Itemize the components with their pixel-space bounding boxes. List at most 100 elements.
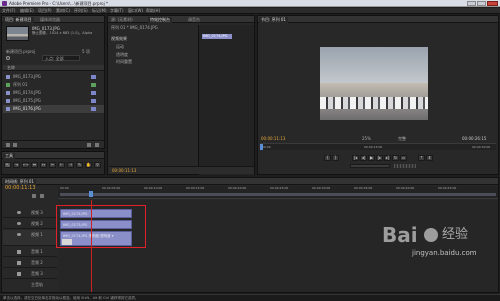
list-item[interactable]: IMG_0175.JPG xyxy=(3,97,104,105)
list-item[interactable]: IMG_0174.JPG xyxy=(3,89,104,97)
transport-controls: { } |◂ ◂| ▶ |▸ ▸| ↻ ▭ ⇡ ⇞ xyxy=(320,154,440,172)
snap-icon[interactable] xyxy=(32,194,36,198)
hand-tool-icon[interactable]: ✋ xyxy=(85,162,92,168)
track-name: 视频 3 xyxy=(31,210,43,215)
menu-marker[interactable]: 标记(M) xyxy=(92,8,107,13)
safe-margins-icon[interactable]: ▭ xyxy=(400,155,407,161)
slide-tool-icon[interactable]: ⊣ xyxy=(67,162,74,168)
menu-file[interactable]: 文件(F) xyxy=(2,8,15,13)
shuttle-slider[interactable] xyxy=(350,164,390,168)
go-to-out-icon[interactable]: ▸| xyxy=(384,155,391,161)
app-icon xyxy=(2,1,7,6)
play-icon[interactable]: ▶ xyxy=(368,155,375,161)
video-frame-cars xyxy=(320,97,428,109)
program-timecode-duration: 00:00:26:15 xyxy=(462,136,487,141)
jog-wheel[interactable] xyxy=(394,164,416,168)
menu-window[interactable]: 窗口(W) xyxy=(128,8,143,13)
column-header[interactable]: 名称 xyxy=(3,65,104,71)
tab-effect-controls[interactable]: 特效控制台 xyxy=(148,17,172,23)
menu-title[interactable]: 字幕(T) xyxy=(110,8,124,13)
eye-icon[interactable] xyxy=(17,211,21,214)
program-ruler[interactable]: 00:00 00:00:15:00 00:00:30:00 xyxy=(260,143,496,150)
program-timecode-current[interactable]: 00:00:11:13 xyxy=(261,136,285,141)
maximize-button[interactable] xyxy=(477,1,486,6)
project-item-list: IMG_0173.JPG 序列 01 IMG_0174.JPG IMG_0175… xyxy=(3,72,104,132)
menu-clip[interactable]: 素材(C) xyxy=(56,8,70,13)
effect-time-remapping[interactable]: 时间重置 xyxy=(116,59,132,64)
tab-program[interactable]: 节目: 序列 01 xyxy=(259,17,288,23)
image-file-icon xyxy=(6,75,10,79)
in-point-filter[interactable]: 入点: 全部 xyxy=(42,55,80,61)
tab-source[interactable]: 源: (无素材) xyxy=(109,17,135,23)
menu-project[interactable]: 项目(P) xyxy=(38,8,52,13)
search-icon[interactable] xyxy=(6,56,10,60)
ruler-tick-label: 00:00:20:00 xyxy=(228,186,247,190)
tab-project[interactable]: 项目: 新建项目 xyxy=(3,17,34,23)
timeline-playhead[interactable] xyxy=(91,200,92,292)
ripple-edit-tool-icon[interactable]: ⟷ xyxy=(22,162,29,168)
track-header[interactable]: 主音轨 xyxy=(3,280,57,290)
effects-timecode[interactable]: 00:00:11:13 xyxy=(112,168,136,173)
track-header[interactable]: 视频 1 xyxy=(3,230,57,246)
tab-tools[interactable]: 工具 xyxy=(3,153,15,159)
status-bar: 单击以选择，或在空白处单击并拖动以框选。使用 Shift、Alt 和 Ctrl … xyxy=(0,294,500,301)
step-back-icon[interactable]: ◂| xyxy=(360,155,367,161)
eye-icon[interactable] xyxy=(17,233,21,236)
add-marker-icon[interactable] xyxy=(40,194,44,198)
eye-icon[interactable] xyxy=(17,222,21,225)
trash-icon[interactable] xyxy=(95,143,99,147)
set-in-icon[interactable]: { xyxy=(324,155,331,161)
track-header[interactable]: 音频 1 xyxy=(3,247,57,257)
effect-opacity[interactable]: 透明度 xyxy=(116,52,128,57)
loop-icon[interactable]: ↻ xyxy=(392,155,399,161)
ruler-tick-label: 00:00:40:00 xyxy=(396,186,415,190)
track-header[interactable]: 视频 2 xyxy=(3,219,57,229)
program-playhead-marker[interactable] xyxy=(260,144,263,150)
rolling-edit-tool-icon[interactable]: ⇹ xyxy=(31,162,38,168)
track-header[interactable]: 音频 2 xyxy=(3,258,57,268)
list-view-icon[interactable] xyxy=(6,143,10,147)
speaker-icon[interactable] xyxy=(17,250,21,254)
program-monitor: 节目: 序列 01 00:00:11:13 25% 完整 00:00:26:15… xyxy=(257,15,499,175)
menu-help[interactable]: 帮助(H) xyxy=(146,8,160,13)
list-item[interactable]: IMG_0176.JPG xyxy=(3,105,104,113)
list-item[interactable]: IMG_0173.JPG xyxy=(3,73,104,81)
close-button[interactable] xyxy=(487,1,498,6)
icon-view-icon[interactable] xyxy=(13,143,17,147)
list-item[interactable]: 序列 01 xyxy=(3,81,104,89)
ruler-tick-label: 00:00:25:00 xyxy=(270,186,289,190)
extract-icon[interactable]: ⇞ xyxy=(426,155,433,161)
pen-tool-icon[interactable]: ✎ xyxy=(76,162,83,168)
lift-icon[interactable]: ⇡ xyxy=(418,155,425,161)
timeline-timecode[interactable]: 00:00:11:13 xyxy=(5,186,36,191)
mini-timeline xyxy=(198,25,254,175)
speaker-icon[interactable] xyxy=(17,261,21,265)
selection-tool-icon[interactable]: ↖ xyxy=(4,162,11,168)
razor-tool-icon[interactable]: ✂ xyxy=(49,162,56,168)
program-quality[interactable]: 完整 xyxy=(398,136,406,141)
timeline-ruler[interactable]: 00:00 00:00:05:00 00:00:10:00 00:00:15:0… xyxy=(58,186,498,199)
set-out-icon[interactable]: } xyxy=(332,155,339,161)
new-item-icon[interactable] xyxy=(87,143,91,147)
tab-audio-mixer[interactable]: 调音台 xyxy=(186,17,202,23)
zoom-tool-icon[interactable]: ⚲ xyxy=(94,162,101,168)
step-forward-icon[interactable]: |▸ xyxy=(376,155,383,161)
work-area-bar[interactable] xyxy=(60,193,496,196)
menu-edit[interactable]: 编辑(E) xyxy=(20,8,34,13)
slip-tool-icon[interactable]: ⊢ xyxy=(58,162,65,168)
program-tabbar: 节目: 序列 01 xyxy=(258,16,498,23)
minimize-button[interactable] xyxy=(467,1,476,6)
rate-stretch-tool-icon[interactable]: ↔ xyxy=(40,162,47,168)
go-to-in-icon[interactable]: |◂ xyxy=(352,155,359,161)
track-header[interactable]: 音频 3 xyxy=(3,269,57,279)
menu-sequence[interactable]: 序列(S) xyxy=(74,8,88,13)
timeline-playhead-marker[interactable] xyxy=(89,191,93,197)
tab-media-browser[interactable]: 媒体浏览器 xyxy=(38,17,62,23)
effect-motion[interactable]: 运动 xyxy=(116,44,124,49)
program-zoom[interactable]: 25% xyxy=(362,136,371,141)
watermark-brand-cn: 经验 xyxy=(442,227,469,242)
speaker-icon[interactable] xyxy=(17,272,21,276)
track-header[interactable]: 视频 3 xyxy=(3,208,57,218)
track-select-tool-icon[interactable]: ⇥ xyxy=(13,162,20,168)
list-item-name: IMG_0174.JPG xyxy=(13,90,41,95)
